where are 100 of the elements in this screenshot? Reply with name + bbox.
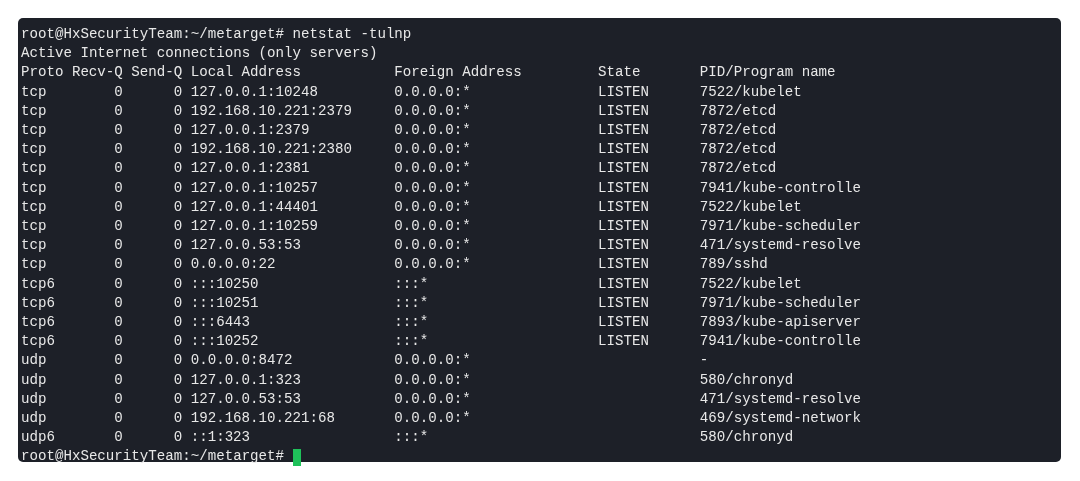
table-cell-text: tcp xyxy=(21,197,47,217)
table-cell: 0.0.0.0:* xyxy=(394,140,471,160)
table-cell: tcp xyxy=(21,255,47,275)
table-cell: 0 xyxy=(173,217,183,237)
table-cell-text: 0.0.0.0:* xyxy=(394,197,471,217)
table-cell: 127.0.0.1:10259 xyxy=(190,217,318,237)
table-cell: 0 xyxy=(114,351,123,371)
table-cell-text: 7522/kubelet xyxy=(699,197,802,217)
table-cell: LISTEN xyxy=(598,332,649,352)
table-cell: 0 xyxy=(173,313,183,333)
table-cell: 0.0.0.0:8472 xyxy=(190,351,293,371)
table-cell: 789/sshd xyxy=(699,255,768,275)
table-cell: 127.0.0.1:323 xyxy=(190,370,301,390)
table-cell: 127.0.0.53:53 xyxy=(190,236,301,256)
table-cell-text: 0 xyxy=(173,293,183,313)
column-header: PID/Program name xyxy=(699,63,836,83)
table-cell: 192.168.10.221:2379 xyxy=(190,101,352,121)
table-cell-text: 0.0.0.0:* xyxy=(394,121,471,140)
output-title: Active Internet connections (only servers) xyxy=(21,44,378,64)
table-cell-text: 7872/etcd xyxy=(699,121,777,140)
table-cell-text: 0 xyxy=(173,121,183,140)
table-cell: tcp xyxy=(21,101,47,121)
table-cell: 0 xyxy=(114,332,123,352)
table-cell: 127.0.0.1:10248 xyxy=(190,82,318,102)
column-header: Foreign Address xyxy=(394,63,522,83)
table-cell: LISTEN xyxy=(598,255,649,275)
table-cell-text: 0 xyxy=(173,197,183,217)
column-header: Recv-Q xyxy=(71,63,123,83)
table-cell: 471/systemd-resolve xyxy=(699,236,862,256)
table-cell: tcp xyxy=(21,217,47,237)
table-cell: 0.0.0.0:* xyxy=(394,178,471,198)
table-cell: LISTEN xyxy=(598,178,649,198)
table-cell: 0.0.0.0:* xyxy=(394,409,471,429)
table-cell: tcp6 xyxy=(21,274,55,294)
table-cell: 7971/kube-scheduler xyxy=(699,217,862,237)
table-cell-text: :::10251 xyxy=(190,293,259,313)
table-cell: ::1:323 xyxy=(190,428,251,448)
table-cell: tcp6 xyxy=(21,332,55,352)
table-cell: 127.0.0.1:10257 xyxy=(190,178,318,198)
table-cell: 192.168.10.221:2380 xyxy=(190,140,352,160)
table-cell: 469/systemd-network xyxy=(699,409,862,429)
table-cell: :::10250 xyxy=(190,274,259,294)
table-cell-text: LISTEN xyxy=(598,121,649,140)
table-cell-text: 0.0.0.0:* xyxy=(394,389,471,409)
table-cell: tcp6 xyxy=(21,313,55,333)
table-cell-text: 471/systemd-resolve xyxy=(699,389,862,409)
column-header: Proto xyxy=(21,63,64,83)
table-cell: 0 xyxy=(114,428,123,448)
table-cell: 580/chronyd xyxy=(699,428,794,448)
table-cell: :::10252 xyxy=(190,332,259,352)
table-cell: 0.0.0.0:* xyxy=(394,370,471,390)
table-cell: :::* xyxy=(394,313,429,333)
table-cell: 0 xyxy=(173,428,183,448)
table-cell: 0 xyxy=(173,178,183,198)
command-line: root@HxSecurityTeam:~/metarget# netstat -tulnp xyxy=(21,25,412,44)
table-cell: tcp xyxy=(21,159,47,179)
table-cell: 0.0.0.0:* xyxy=(394,159,471,179)
table-cell: :::* xyxy=(394,332,429,352)
table-cell: 0 xyxy=(173,82,183,102)
prompt: root@HxSecurityTeam:~/metarget# xyxy=(21,447,285,467)
table-cell-text: 127.0.0.1:44401 xyxy=(190,197,318,217)
table-cell: 0.0.0.0:22 xyxy=(190,255,276,275)
table-cell: 0 xyxy=(114,236,123,256)
table-cell: 0 xyxy=(173,101,183,121)
table-cell: 0 xyxy=(173,255,183,275)
table-cell: 0.0.0.0:* xyxy=(394,351,471,371)
table-cell: tcp xyxy=(21,178,47,198)
table-cell-text: :::* xyxy=(394,293,429,313)
table-cell: 0 xyxy=(173,159,183,179)
table-cell: LISTEN xyxy=(598,274,649,294)
table-cell: 0 xyxy=(114,101,123,121)
table-cell: 7893/kube-apiserver xyxy=(699,313,862,333)
table-cell: 0 xyxy=(173,332,183,352)
table-cell: 7522/kubelet xyxy=(699,82,802,102)
table-cell: udp6 xyxy=(21,428,55,448)
table-cell: 0 xyxy=(114,159,123,179)
table-cell: 0.0.0.0:* xyxy=(394,255,471,275)
table-cell: 0 xyxy=(114,370,123,390)
table-cell: LISTEN xyxy=(598,101,649,121)
table-cell: 0 xyxy=(114,82,123,102)
table-cell: LISTEN xyxy=(598,82,649,102)
table-cell: udp xyxy=(21,370,47,390)
table-cell: 192.168.10.221:68 xyxy=(190,409,335,429)
table-cell: 0 xyxy=(114,178,123,198)
table-cell-text: LISTEN xyxy=(598,293,649,313)
table-cell: 0 xyxy=(114,274,123,294)
table-cell: :::6443 xyxy=(190,313,251,333)
table-cell: 0 xyxy=(173,140,183,160)
table-cell: tcp xyxy=(21,140,47,160)
table-cell: - xyxy=(699,351,709,371)
table-cell: 0 xyxy=(114,409,123,429)
table-cell: 127.0.0.1:2381 xyxy=(190,159,310,179)
table-cell: :::* xyxy=(394,274,429,294)
table-cell: LISTEN xyxy=(598,313,649,333)
table-cell: 0 xyxy=(173,370,183,390)
table-cell: LISTEN xyxy=(598,217,649,237)
table-cell: LISTEN xyxy=(598,140,649,160)
column-header: Send-Q xyxy=(131,63,183,83)
table-cell: 0.0.0.0:* xyxy=(394,82,471,102)
table-cell: 580/chronyd xyxy=(699,370,794,390)
